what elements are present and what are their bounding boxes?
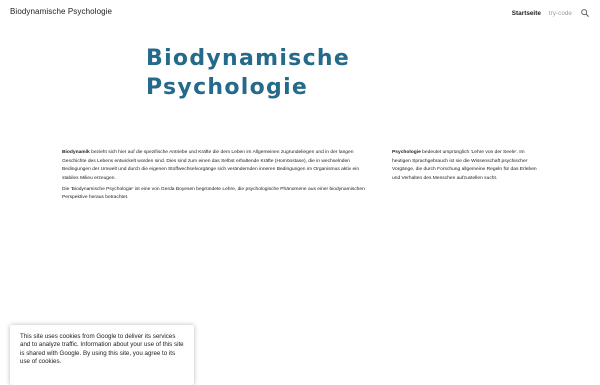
boyesen-paragraph: Die 'Biodynamische Psychologie' ist eine… — [62, 186, 365, 201]
psychologie-term: Psychologie — [392, 150, 421, 155]
page-title: Biodynamische Psychologie — [146, 44, 446, 102]
cookie-banner: This site uses cookies from Google to de… — [10, 325, 194, 385]
top-bar: Biodynamische Psychologie Startseite try… — [0, 0, 600, 26]
psychologie-section: Psychologie bedeutet ursprünglich 'Lehre… — [392, 149, 538, 183]
biodynamik-paragraph: Biodynamik bezieht sich hier auf die spe… — [62, 149, 372, 183]
biodynamik-definition: bezieht sich hier auf die spezifische An… — [62, 150, 360, 181]
nav-link-try-code[interactable]: try-code — [549, 10, 572, 17]
cookie-notice-text: This site uses cookies from Google to de… — [20, 333, 184, 366]
biodynamik-term: Biodynamik — [62, 150, 90, 155]
search-icon[interactable] — [580, 8, 590, 18]
nav-link-startseite[interactable]: Startseite — [512, 10, 541, 17]
biodynamik-section: Biodynamik bezieht sich hier auf die spe… — [62, 149, 372, 205]
site-title[interactable]: Biodynamische Psychologie — [10, 7, 112, 16]
page-title-line-1: Biodynamische — [146, 46, 351, 71]
top-navigation: Startseite try-code — [512, 7, 590, 19]
page-title-line-2: Psychologie — [146, 75, 309, 100]
psychologie-paragraph: Psychologie bedeutet ursprünglich 'Lehre… — [392, 149, 538, 183]
